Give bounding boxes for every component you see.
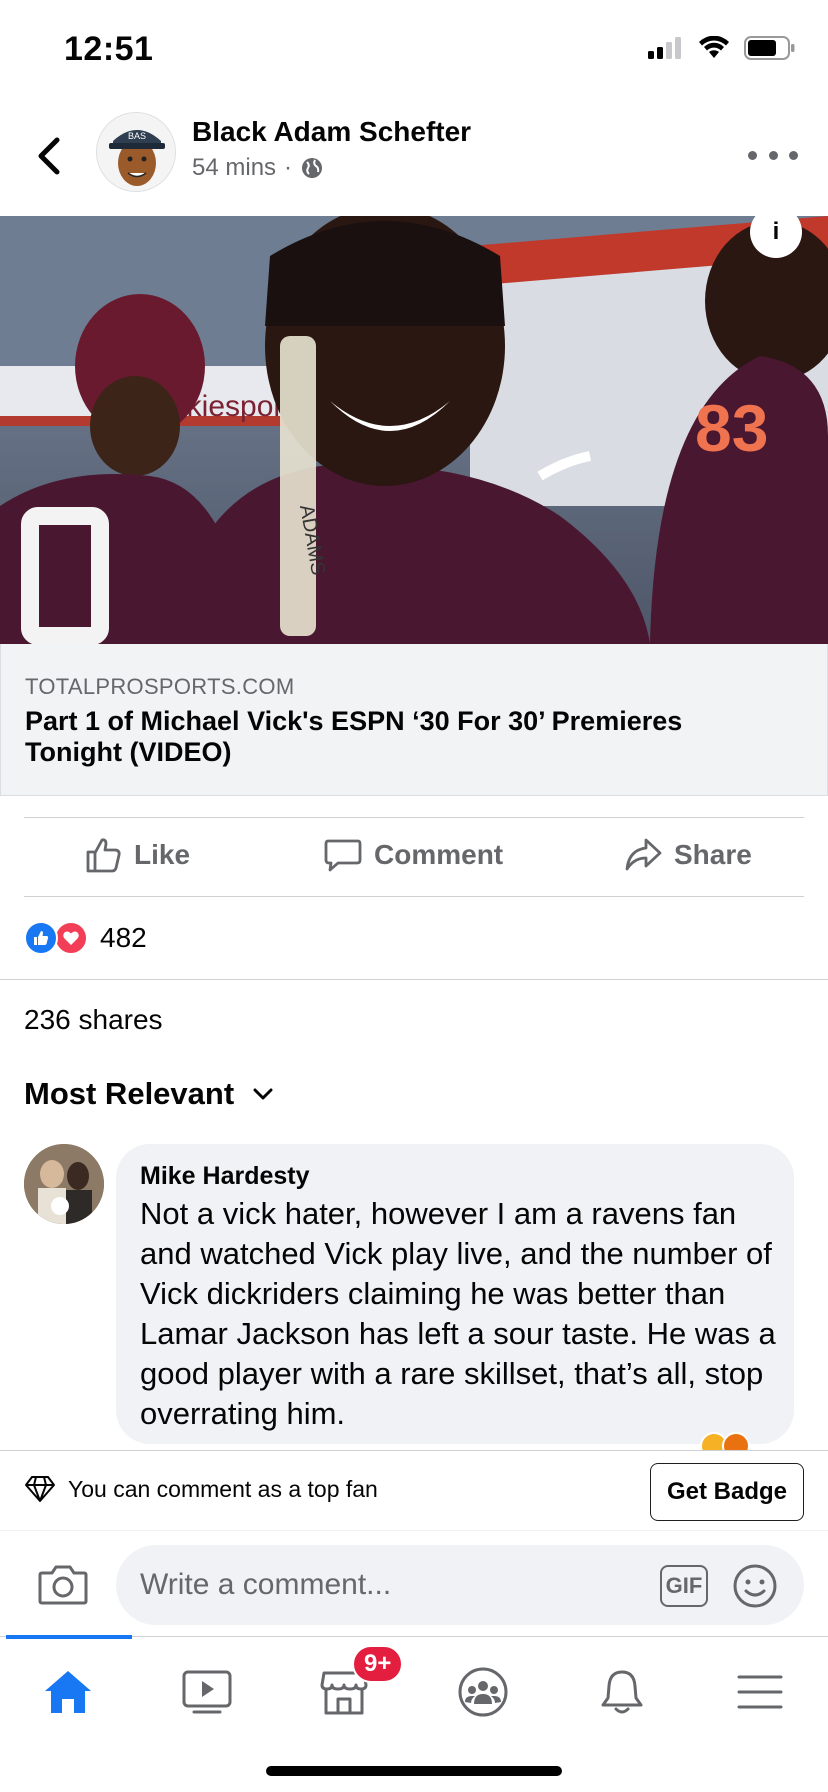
post-meta: 54 mins · — [192, 154, 324, 182]
tab-home[interactable] — [18, 1657, 118, 1727]
commenter-photo — [24, 1144, 104, 1224]
link-title[interactable]: Part 1 of Michael Vick's ESPN ‘30 For 30… — [25, 706, 785, 768]
share-label: Share — [674, 839, 752, 870]
camera-button[interactable] — [36, 1557, 90, 1611]
post-header: BAS Black Adam Schefter 54 mins · — [0, 100, 828, 216]
globe-icon — [302, 158, 323, 178]
divider — [24, 896, 804, 897]
link-preview[interactable]: TOTALPROSPORTS.COM Part 1 of Michael Vic… — [0, 644, 828, 796]
battery-icon — [744, 36, 795, 60]
menu-icon — [737, 1675, 783, 1709]
marketplace-badge: 9+ — [352, 1645, 404, 1683]
top-fan-message: You can comment as a top fan — [24, 1475, 378, 1503]
post-time[interactable]: 54 mins — [192, 154, 276, 182]
tab-watch[interactable] — [157, 1657, 257, 1727]
tab-notifications[interactable] — [572, 1657, 672, 1727]
dot-icon — [789, 150, 798, 160]
status-time: 12:51 — [64, 30, 154, 68]
camera-icon — [38, 1565, 88, 1605]
link-preview-image[interactable]: okiespor ADAMS 83 i — [0, 216, 828, 644]
status-bar: 12:51 — [0, 0, 828, 100]
comment-icon — [324, 839, 362, 872]
comment-text: Not a vick hater, however I am a ravens … — [140, 1196, 776, 1431]
author-avatar[interactable]: BAS — [96, 112, 176, 192]
watch-icon — [182, 1670, 232, 1714]
cartoon-avatar-image: BAS — [97, 113, 175, 191]
more-options-button[interactable] — [748, 140, 798, 170]
divider — [0, 979, 828, 980]
top-fan-bar: You can comment as a top fan Get Badge — [0, 1450, 828, 1530]
comment-bubble[interactable]: Mike Hardesty Not a vick hater, however … — [116, 1144, 794, 1444]
like-reaction-icon — [24, 921, 58, 955]
share-button[interactable]: Share — [624, 836, 752, 874]
gif-button[interactable]: GIF — [660, 1565, 708, 1607]
chevron-left-icon — [38, 137, 60, 175]
back-button[interactable] — [28, 128, 68, 184]
home-indicator — [266, 1766, 562, 1776]
comment-composer: GIF — [0, 1530, 828, 1636]
sort-label: Most Relevant — [24, 1076, 235, 1111]
share-icon — [625, 838, 662, 871]
emoji-icon — [733, 1564, 777, 1608]
status-icons — [648, 36, 796, 60]
notifications-icon — [601, 1670, 643, 1714]
dot-icon — [768, 150, 778, 160]
jersey-number: 83 — [695, 391, 768, 465]
link-domain: TOTALPROSPORTS.COM — [25, 674, 295, 699]
thumbs-up-icon — [86, 838, 121, 873]
post-actions: Like Comment Share — [0, 818, 828, 896]
like-button[interactable]: Like — [84, 836, 190, 874]
chevron-down-icon — [253, 1088, 273, 1100]
avatar-cap-text: BAS — [128, 131, 146, 141]
groups-icon — [458, 1667, 508, 1717]
shares-count[interactable]: 236 shares — [24, 1004, 163, 1036]
like-label: Like — [134, 839, 191, 870]
comment-label: Comment — [374, 839, 504, 870]
tab-menu[interactable] — [710, 1657, 810, 1727]
commenter-name[interactable]: Mike Hardesty — [140, 1162, 310, 1191]
comment-button[interactable]: Comment — [324, 836, 503, 874]
get-badge-button[interactable]: Get Badge — [650, 1463, 804, 1521]
love-reaction-icon — [54, 921, 88, 955]
cellular-signal-icon — [648, 37, 681, 59]
commenter-avatar[interactable] — [24, 1144, 104, 1224]
diamond-icon — [25, 1476, 55, 1502]
active-tab-indicator — [6, 1635, 132, 1639]
football-players-photo: okiespor ADAMS 83 — [0, 216, 828, 644]
meta-separator: · — [284, 154, 293, 181]
top-fan-text: You can comment as a top fan — [68, 1475, 378, 1502]
tab-groups[interactable] — [433, 1657, 533, 1727]
reaction-count: 482 — [100, 922, 147, 953]
dot-icon — [748, 150, 757, 160]
emoji-button[interactable] — [732, 1563, 778, 1609]
reactions-summary[interactable]: 482 — [24, 918, 147, 958]
home-icon — [45, 1671, 91, 1713]
wifi-icon — [699, 36, 729, 58]
comment-sort-dropdown[interactable]: Most Relevant — [24, 1076, 274, 1112]
author-name[interactable]: Black Adam Schefter — [192, 116, 471, 148]
